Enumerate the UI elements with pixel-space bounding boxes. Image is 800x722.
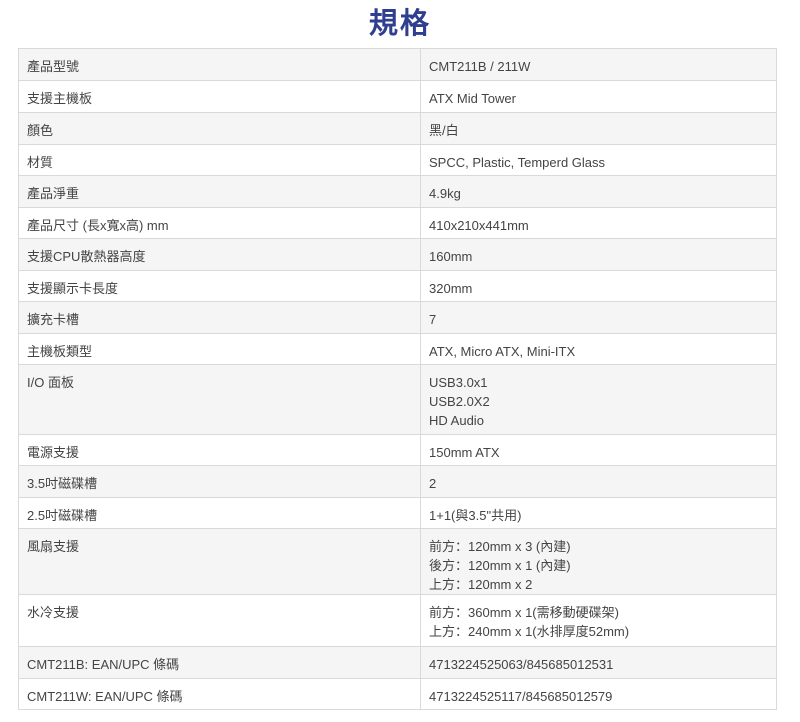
spec-label: 顏色 — [18, 112, 421, 145]
spec-value-line: 上方：120mm x 2 — [429, 577, 533, 592]
spec-label: 產品型號 — [18, 48, 421, 81]
spec-value: ATX, Micro ATX, Mini-ITX — [420, 333, 777, 365]
table-row: 產品淨重 4.9kg — [18, 175, 777, 208]
spec-label: 材質 — [18, 144, 421, 176]
table-row: 支援CPU散熱器高度 160mm — [18, 238, 777, 271]
spec-value: SPCC, Plastic, Temperd Glass — [420, 144, 777, 176]
spec-label: 2.5吋磁碟槽 — [18, 497, 421, 529]
spec-label: 3.5吋磁碟槽 — [18, 465, 421, 498]
page-title: 規格 — [368, 8, 431, 40]
spec-value-line: 後方：120mm x 1 (內建) — [429, 558, 571, 573]
table-row: 電源支援 150mm ATX — [18, 434, 777, 466]
table-row: CMT211B: EAN/UPC 條碼 4713224525063/845685… — [18, 646, 777, 679]
table-row: 產品尺寸 (長x寬x高) mm 410x210x441mm — [18, 207, 777, 239]
spec-value-line: USB2.0X2 — [429, 394, 490, 409]
table-row: I/O 面板 USB3.0x1 USB2.0X2 HD Audio — [18, 364, 777, 435]
spec-label: 支援顯示卡長度 — [18, 270, 421, 302]
spec-value-line: 上方：240mm x 1(水排厚度52mm) — [429, 624, 630, 639]
spec-label: 支援CPU散熱器高度 — [18, 238, 421, 271]
spec-value: 4713224525117/845685012579 — [420, 678, 777, 710]
spec-value: 320mm — [420, 270, 777, 302]
spec-table: 產品型號 CMT211B / 211W 支援主機板 ATX Mid Tower … — [18, 48, 777, 710]
spec-value-line: 前方：360mm x 1(需移動硬碟架) — [429, 605, 619, 620]
table-row: 3.5吋磁碟槽 2 — [18, 465, 777, 498]
spec-value: 150mm ATX — [420, 434, 777, 466]
spec-value-line: SPCC, Plastic, Temperd Glass — [429, 155, 606, 170]
spec-value-line: 410x210x441mm — [429, 218, 529, 233]
table-row: 2.5吋磁碟槽 1+1(與3.5"共用) — [18, 497, 777, 529]
spec-label: CMT211W: EAN/UPC 條碼 — [18, 678, 421, 710]
table-row: CMT211W: EAN/UPC 條碼 4713224525117/845685… — [18, 678, 777, 710]
spec-value-line: 150mm ATX — [429, 445, 500, 460]
spec-value-line: 4713224525117/845685012579 — [429, 689, 613, 704]
spec-value: USB3.0x1 USB2.0X2 HD Audio — [420, 364, 777, 435]
spec-value-line: 2 — [429, 476, 437, 491]
spec-value: 2 — [420, 465, 777, 498]
spec-value: 黑/白 — [420, 112, 777, 145]
spec-value-line: HD Audio — [429, 413, 484, 428]
spec-value-line: 7 — [429, 312, 437, 327]
spec-value: 7 — [420, 301, 777, 334]
spec-label: 支援主機板 — [18, 80, 421, 113]
spec-value-line: ATX, Micro ATX, Mini-ITX — [429, 344, 576, 359]
table-row: 擴充卡槽 7 — [18, 301, 777, 334]
spec-value-line: 1+1(與3.5"共用) — [429, 508, 522, 523]
spec-value-line: 160mm — [429, 249, 473, 264]
spec-value-line: 4.9kg — [429, 186, 461, 201]
spec-value: 160mm — [420, 238, 777, 271]
table-row: 顏色 黑/白 — [18, 112, 777, 145]
spec-value-line: 黑/白 — [429, 123, 459, 138]
spec-value: 前方：120mm x 3 (內建) 後方：120mm x 1 (內建) 上方：1… — [420, 528, 777, 595]
spec-label: 產品淨重 — [18, 175, 421, 208]
table-row: 材質 SPCC, Plastic, Temperd Glass — [18, 144, 777, 176]
spec-value-line: 320mm — [429, 281, 473, 296]
spec-value: 1+1(與3.5"共用) — [420, 497, 777, 529]
spec-label: CMT211B: EAN/UPC 條碼 — [18, 646, 421, 679]
spec-value-line: 4713224525063/845685012531 — [429, 657, 614, 672]
spec-label: I/O 面板 — [18, 364, 421, 435]
spec-value: 410x210x441mm — [420, 207, 777, 239]
spec-label: 擴充卡槽 — [18, 301, 421, 334]
spec-value-line: CMT211B / 211W — [429, 59, 531, 74]
spec-value: CMT211B / 211W — [420, 48, 777, 81]
table-row: 水冷支援 前方：360mm x 1(需移動硬碟架) 上方：240mm x 1(水… — [18, 594, 777, 647]
spec-label: 電源支援 — [18, 434, 421, 466]
spec-value-line: 前方：120mm x 3 (內建) — [429, 539, 571, 554]
spec-value: 4713224525063/845685012531 — [420, 646, 777, 679]
spec-value: ATX Mid Tower — [420, 80, 777, 113]
table-row: 風扇支援 前方：120mm x 3 (內建) 後方：120mm x 1 (內建)… — [18, 528, 777, 595]
spec-label: 風扇支援 — [18, 528, 421, 595]
spec-label: 水冷支援 — [18, 594, 421, 647]
table-row: 支援主機板 ATX Mid Tower — [18, 80, 777, 113]
table-row: 支援顯示卡長度 320mm — [18, 270, 777, 302]
spec-value-line: USB3.0x1 — [429, 375, 488, 390]
table-row: 主機板類型 ATX, Micro ATX, Mini-ITX — [18, 333, 777, 365]
spec-value: 前方：360mm x 1(需移動硬碟架) 上方：240mm x 1(水排厚度52… — [420, 594, 777, 647]
spec-label: 主機板類型 — [18, 333, 421, 365]
spec-label: 產品尺寸 (長x寬x高) mm — [18, 207, 421, 239]
spec-value-line: ATX Mid Tower — [429, 91, 516, 106]
spec-value: 4.9kg — [420, 175, 777, 208]
table-row: 產品型號 CMT211B / 211W — [18, 48, 777, 81]
